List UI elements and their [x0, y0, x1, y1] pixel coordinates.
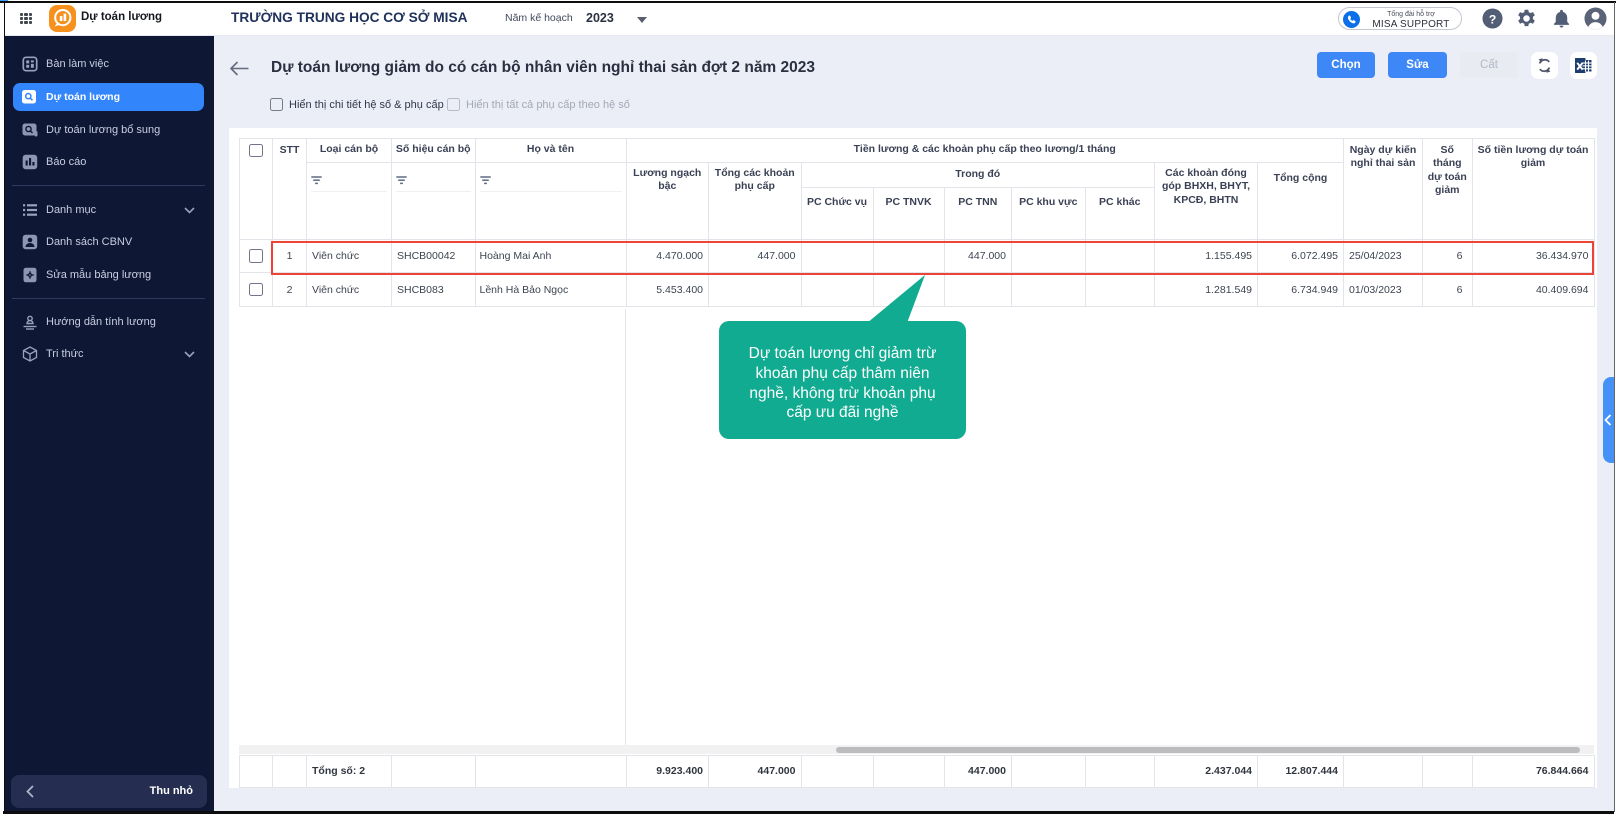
svg-text:?: ? [1489, 12, 1497, 26]
